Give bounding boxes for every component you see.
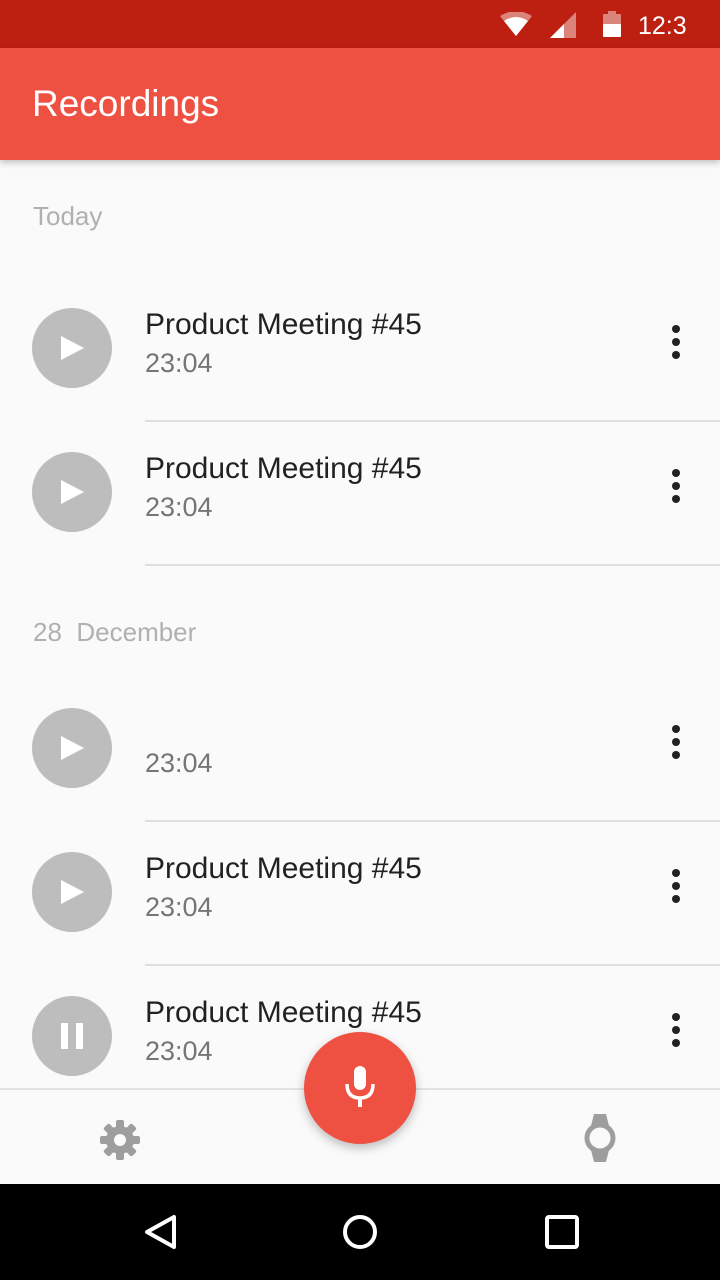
more-options-button[interactable]	[656, 318, 696, 366]
recents-icon	[545, 1215, 579, 1249]
record-button[interactable]	[304, 1032, 416, 1144]
microphone-icon	[345, 1066, 375, 1107]
list-item[interactable]: Product Meeting #45 23:04	[0, 822, 720, 966]
pause-button[interactable]	[32, 996, 112, 1076]
recording-duration: 23:04	[145, 348, 213, 378]
play-icon	[61, 736, 84, 760]
more-vert-icon	[672, 725, 680, 759]
more-options-button[interactable]	[656, 862, 696, 910]
back-icon	[145, 1215, 176, 1249]
pause-icon	[61, 1023, 83, 1049]
settings-button[interactable]	[96, 1116, 144, 1164]
play-button[interactable]	[32, 708, 112, 788]
list-item[interactable]: Product Meeting #45 23:04	[0, 278, 720, 422]
play-button[interactable]	[32, 308, 112, 388]
app-screen: 12:3 Recordings Today Product Meeting #4…	[0, 0, 720, 1280]
play-icon	[61, 336, 84, 360]
recents-button[interactable]	[538, 1208, 586, 1256]
more-vert-icon	[672, 469, 680, 503]
wifi-icon	[500, 12, 532, 36]
section-header-28-december: 28 December	[33, 617, 197, 647]
smartwatch-button[interactable]	[576, 1114, 624, 1162]
more-options-button[interactable]	[656, 462, 696, 510]
recording-title: Product Meeting #45	[145, 996, 422, 1029]
list-item[interactable]: Product Meeting #45 23:04	[0, 422, 720, 566]
play-icon	[61, 480, 84, 504]
settings-icon	[100, 1120, 140, 1160]
recording-title: Product Meeting #45	[145, 452, 422, 485]
battery-icon	[603, 11, 621, 37]
cellular-signal-icon	[550, 12, 576, 38]
section-header-today: Today	[33, 201, 103, 231]
status-clock: 12:3	[638, 12, 687, 40]
more-options-button[interactable]	[656, 718, 696, 766]
recording-duration: 23:04	[145, 492, 213, 522]
home-icon	[343, 1215, 377, 1249]
smartwatch-icon	[584, 1114, 616, 1162]
more-vert-icon	[672, 869, 680, 903]
navigation-bar	[0, 1184, 720, 1280]
more-vert-icon	[672, 325, 680, 359]
play-button[interactable]	[32, 452, 112, 532]
recording-duration: 23:04	[145, 892, 213, 922]
list-item[interactable]: 23:04	[0, 678, 720, 822]
back-button[interactable]	[136, 1208, 184, 1256]
status-bar: 12:3	[0, 0, 720, 48]
app-bar: Recordings	[0, 48, 720, 160]
recording-title: Product Meeting #45	[145, 852, 422, 885]
divider	[145, 564, 720, 566]
recording-duration: 23:04	[145, 748, 213, 778]
home-button[interactable]	[336, 1208, 384, 1256]
recording-title: Product Meeting #45	[145, 308, 422, 341]
more-options-button[interactable]	[656, 1006, 696, 1054]
more-vert-icon	[672, 1013, 680, 1047]
play-icon	[61, 880, 84, 904]
page-title: Recordings	[32, 83, 220, 124]
play-button[interactable]	[32, 852, 112, 932]
recording-duration: 23:04	[145, 1036, 213, 1066]
